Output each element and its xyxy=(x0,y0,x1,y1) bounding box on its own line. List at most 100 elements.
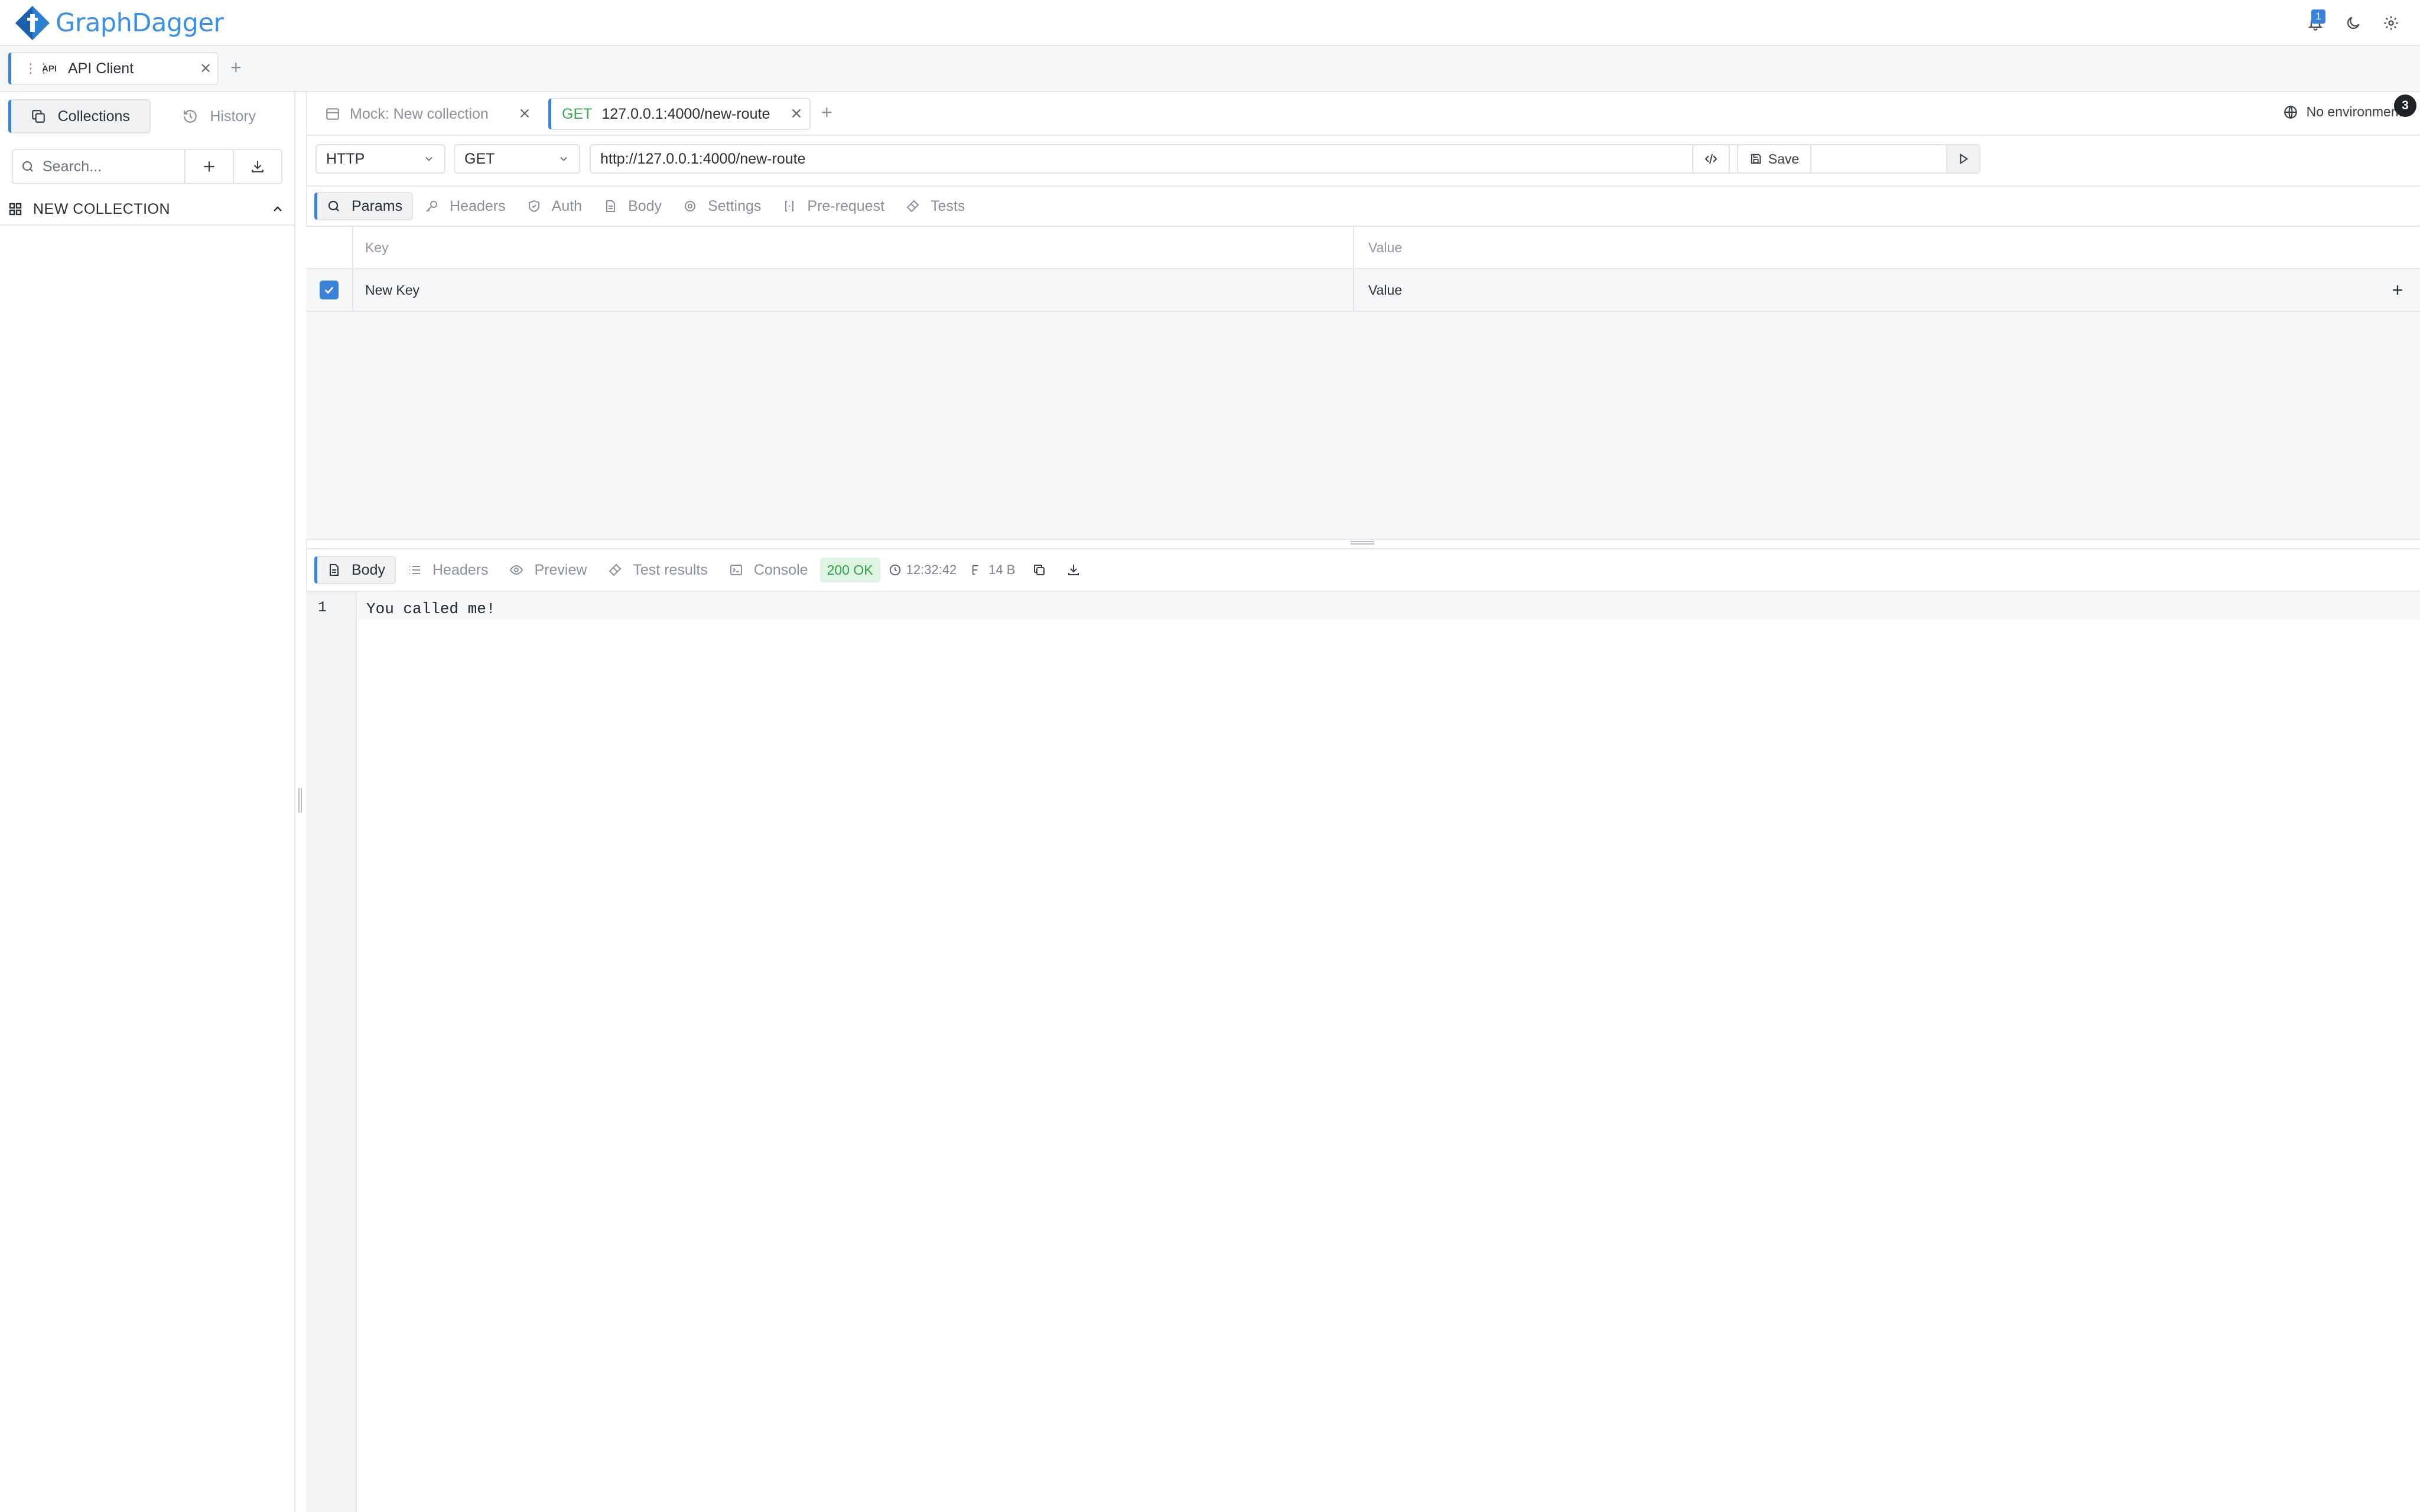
notification-count-badge: 1 xyxy=(2311,9,2325,24)
save-label: Save xyxy=(1768,151,1800,167)
main-panel: Mock: New collection ✕ GET 127.0.0.1:400… xyxy=(306,92,2420,1512)
param-enabled-checkbox[interactable] xyxy=(306,269,353,311)
chevron-down-icon xyxy=(560,157,567,161)
top-actions: 1 xyxy=(2304,8,2402,38)
search-input[interactable] xyxy=(43,150,184,183)
tab-auth-label: Auth xyxy=(551,197,583,214)
protocol-select[interactable]: HTTP xyxy=(315,144,445,174)
file-icon xyxy=(606,200,616,212)
save-button[interactable]: Save xyxy=(1737,144,1811,174)
environment-count-badge: 3 xyxy=(2394,94,2416,117)
collections-tab-label: Collections xyxy=(57,107,130,125)
tab-headers[interactable]: Headers xyxy=(415,192,515,220)
generate-code-button[interactable] xyxy=(1692,144,1730,174)
app-tab-strip: ⋮⋮ API API Client ✕ + xyxy=(0,46,2420,92)
history-tab[interactable]: History xyxy=(151,99,289,133)
protocol-value: HTTP xyxy=(326,150,365,167)
response-tab-console[interactable]: Console xyxy=(720,556,818,584)
params-header-row: Key Value xyxy=(306,227,2420,269)
add-param-button[interactable]: + xyxy=(2375,269,2420,311)
response-tab-test-results[interactable]: Test results xyxy=(599,556,717,584)
grid-icon xyxy=(9,203,22,216)
app-tab-api-client[interactable]: ⋮⋮ API API Client ✕ xyxy=(8,52,219,85)
tab-body[interactable]: Body xyxy=(594,192,671,220)
param-key-input[interactable]: New Key xyxy=(353,269,1354,311)
close-icon[interactable]: ✕ xyxy=(512,105,538,123)
history-tab-label: History xyxy=(210,107,256,125)
search-icon xyxy=(328,200,339,211)
code-icon xyxy=(1705,154,1718,164)
tab-settings-label: Settings xyxy=(708,197,762,214)
line-number-gutter: 1 xyxy=(306,592,357,1512)
tab-params[interactable]: Params xyxy=(314,192,414,220)
response-body-editor[interactable]: 1 You called me! xyxy=(306,592,2420,1512)
gear-icon xyxy=(2384,16,2398,30)
add-app-tab-button[interactable]: + xyxy=(230,57,242,79)
tab-pre-request[interactable]: Pre-request xyxy=(773,192,894,220)
response-tab-test-results-label: Test results xyxy=(633,561,708,578)
request-tab-bar: Mock: New collection ✕ GET 127.0.0.1:400… xyxy=(306,92,2420,136)
tab-pre-request-label: Pre-request xyxy=(807,197,885,214)
tab-auth[interactable]: Auth xyxy=(518,192,591,220)
copy-icon xyxy=(1034,565,1045,575)
tab-settings[interactable]: Settings xyxy=(674,192,770,220)
notifications-button[interactable]: 1 xyxy=(2304,8,2327,38)
tab-headers-label: Headers xyxy=(450,197,506,214)
copy-response-button[interactable] xyxy=(1023,563,1055,577)
checkmark-icon xyxy=(320,281,339,299)
tab-body-label: Body xyxy=(628,197,662,214)
add-request-tab-button[interactable]: + xyxy=(821,102,832,123)
collections-tab[interactable]: Collections xyxy=(8,99,151,133)
tab-params-label: Params xyxy=(352,197,403,214)
response-tab-headers[interactable]: Headers xyxy=(398,556,498,584)
flask-icon xyxy=(906,200,919,213)
download-response-button[interactable] xyxy=(1058,563,1089,577)
response-body-text: You called me! xyxy=(366,600,496,618)
params-header-key: Key xyxy=(353,227,1354,268)
param-value-input[interactable]: Value xyxy=(1354,269,2375,311)
request-tab-label: Mock: New collection xyxy=(350,105,489,122)
params-table: Key Value New Key Value + xyxy=(306,227,2420,540)
chevron-up-icon[interactable] xyxy=(261,202,294,216)
request-subtabs: Params Headers Auth Body Settings Pre-re… xyxy=(306,187,2420,227)
mock-server-icon xyxy=(325,106,350,122)
chevron-down-icon xyxy=(425,157,432,161)
response-tab-preview[interactable]: Preview xyxy=(500,556,596,584)
response-tab-body-label: Body xyxy=(352,561,385,578)
collection-search-bar xyxy=(12,149,282,184)
request-tab-mock[interactable]: Mock: New collection ✕ xyxy=(325,98,538,130)
request-tab-active[interactable]: GET 127.0.0.1:4000/new-route ✕ xyxy=(548,98,811,130)
drag-handle-icon[interactable]: ⋮⋮ xyxy=(24,61,50,76)
braces-icon xyxy=(785,201,794,211)
flask-icon xyxy=(609,563,622,576)
eye-icon xyxy=(510,565,523,575)
top-bar: GraphDagger 1 xyxy=(0,0,2420,46)
save-icon xyxy=(1751,154,1761,164)
response-time-value: 12:32:42 xyxy=(906,562,957,577)
history-icon xyxy=(184,110,197,123)
close-icon[interactable]: ✕ xyxy=(194,60,217,77)
response-size: 14 B xyxy=(965,562,1021,578)
settings-button[interactable] xyxy=(2380,8,2402,38)
panel-resize-handle[interactable] xyxy=(1351,541,1374,545)
response-tab-body[interactable]: Body xyxy=(314,556,396,584)
close-icon[interactable]: ✕ xyxy=(783,105,809,123)
method-select[interactable]: GET xyxy=(454,144,580,174)
plus-icon xyxy=(204,161,214,172)
sidebar-segment-control: Collections History xyxy=(8,99,288,135)
add-collection-button[interactable] xyxy=(184,150,233,183)
environment-selector[interactable]: No environment xyxy=(2283,104,2402,120)
app-logo[interactable]: GraphDagger xyxy=(14,5,224,41)
response-tabs: Body Headers Preview Test results Consol… xyxy=(306,548,2420,592)
table-row: New Key Value + xyxy=(306,269,2420,312)
send-button[interactable] xyxy=(1946,145,1979,172)
status-badge: 200 OK xyxy=(819,558,880,582)
request-url-row: HTTP GET Save xyxy=(306,136,2420,187)
key-icon xyxy=(426,201,438,212)
sidebar-resize-handle[interactable] xyxy=(298,788,302,813)
collection-label: NEW COLLECTION xyxy=(33,200,171,217)
import-collection-button[interactable] xyxy=(233,150,281,183)
collection-item[interactable]: NEW COLLECTION xyxy=(0,194,294,226)
theme-toggle-button[interactable] xyxy=(2342,8,2364,38)
tab-tests[interactable]: Tests xyxy=(896,192,974,220)
